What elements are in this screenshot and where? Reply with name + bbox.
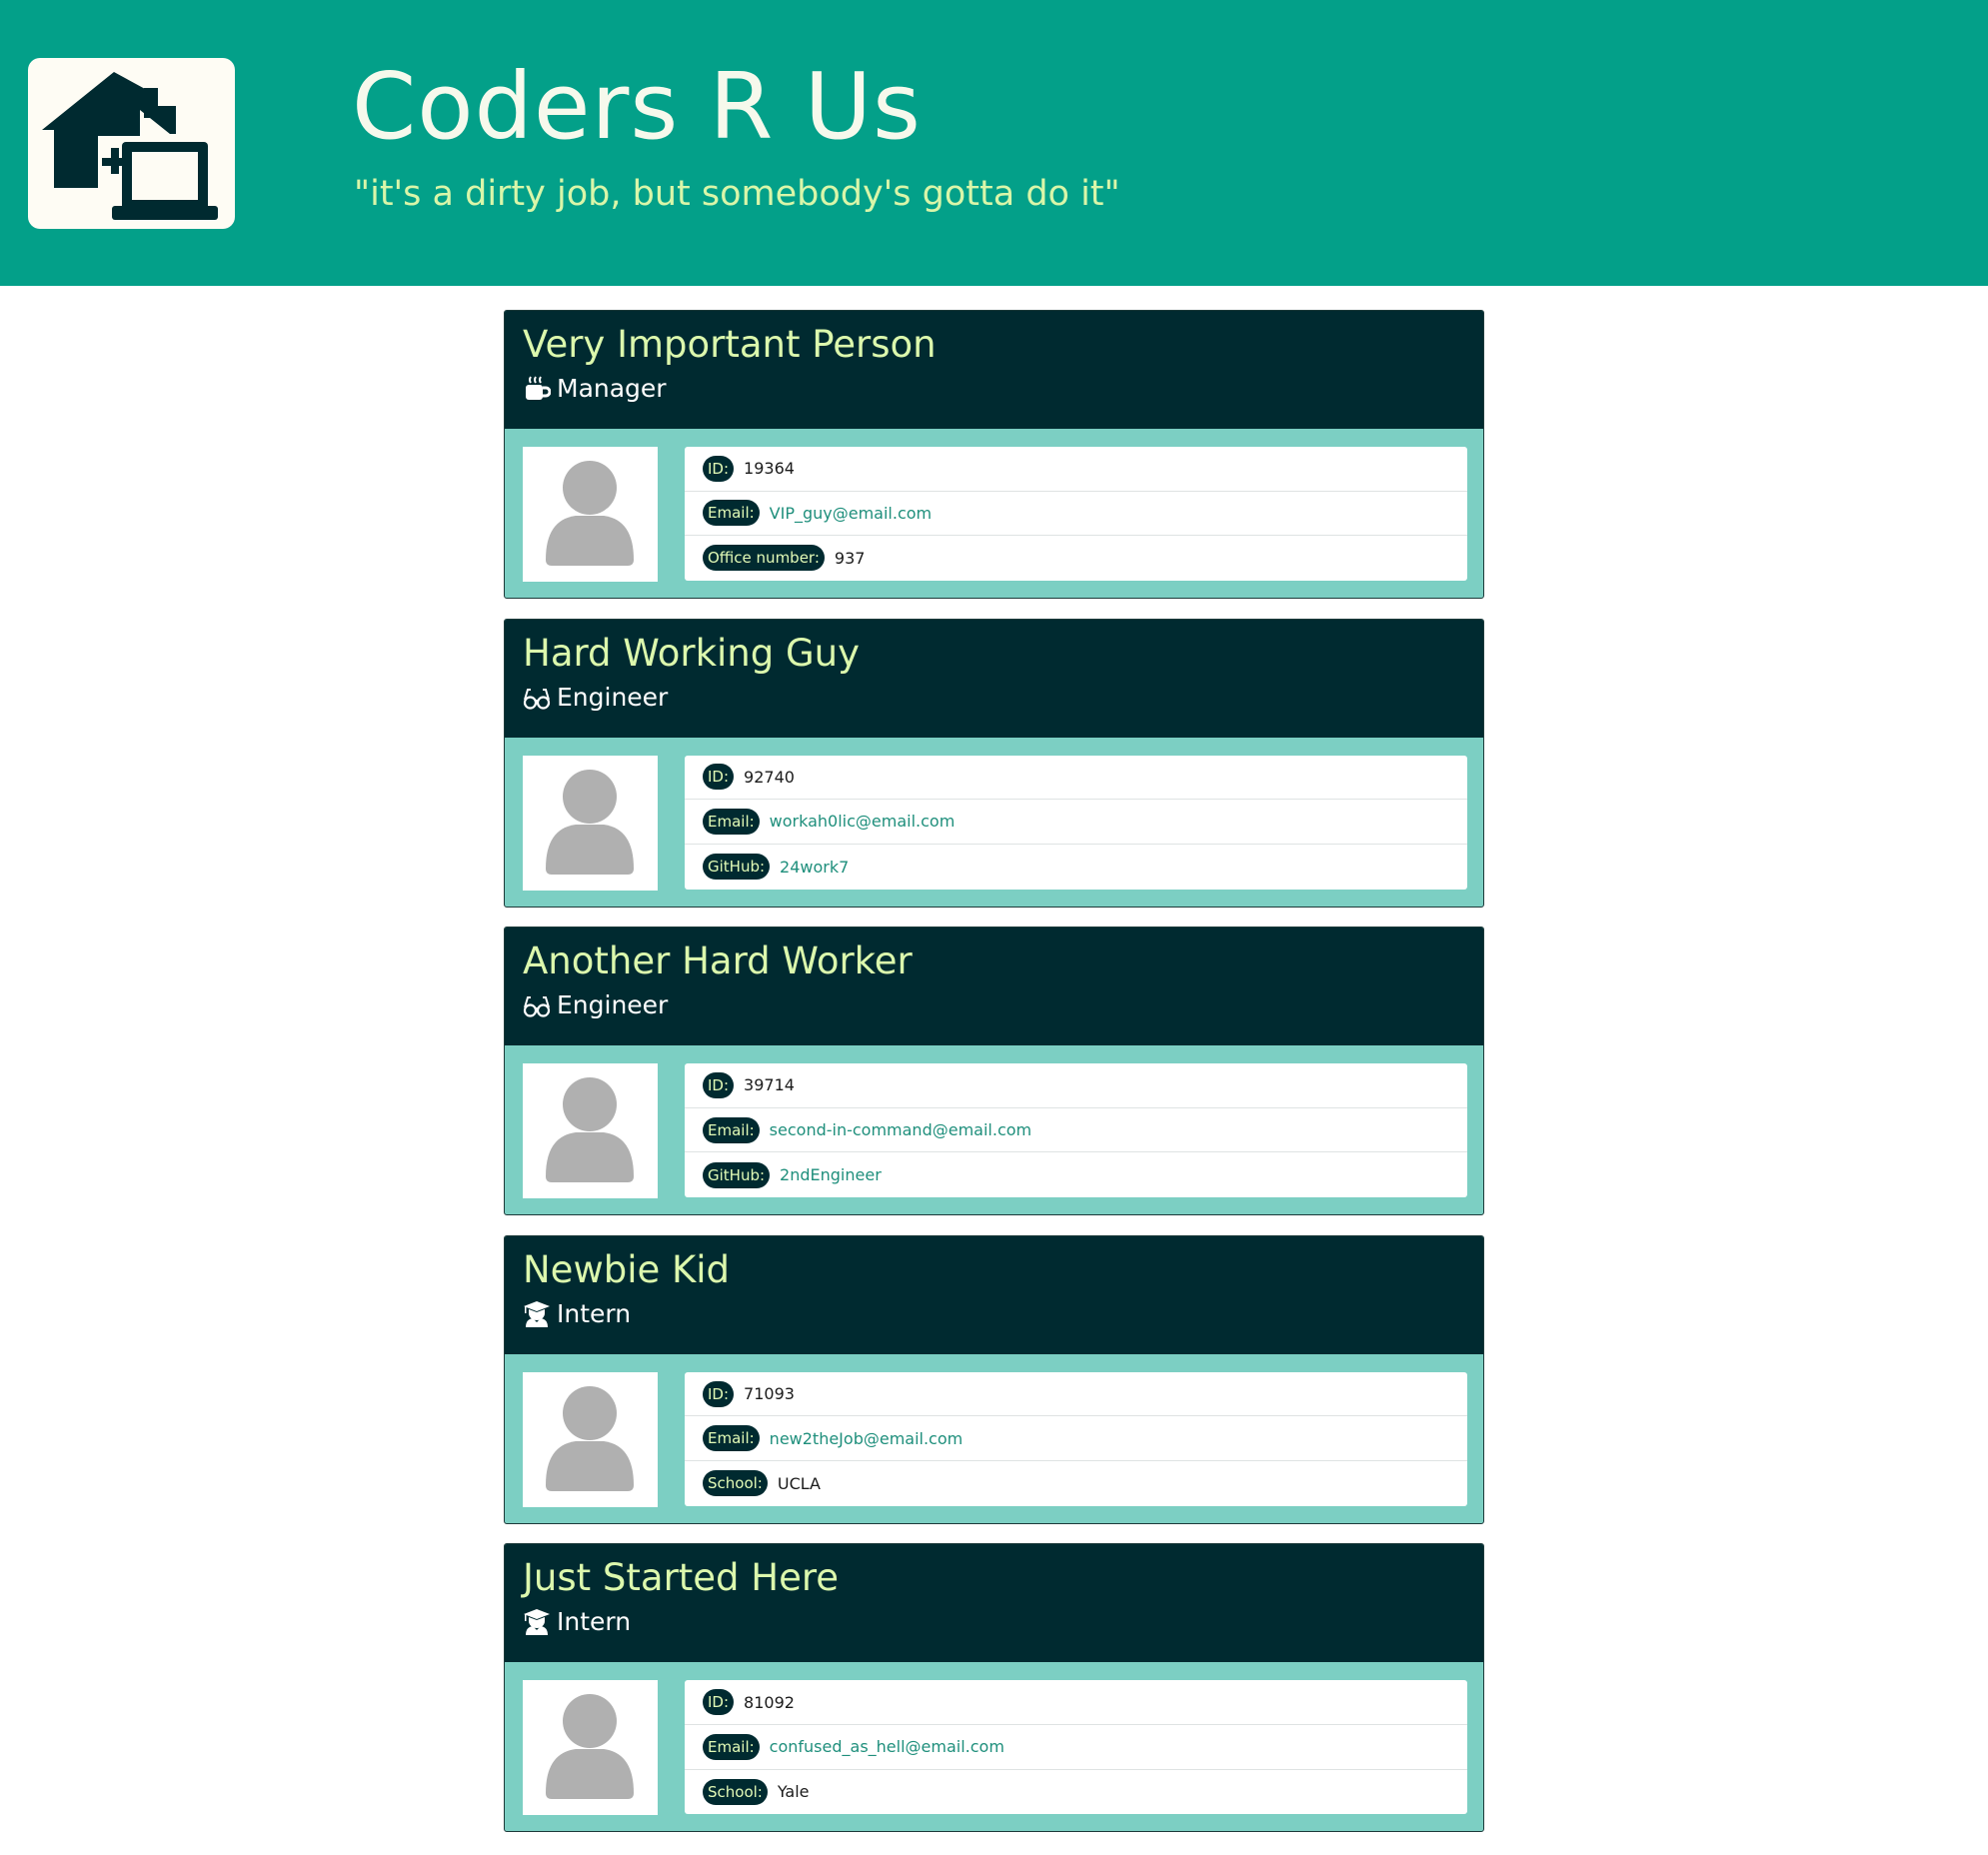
glasses-icon: [523, 688, 551, 710]
id-badge: ID:: [703, 1071, 735, 1098]
info-row-id: ID: 39714: [685, 1063, 1467, 1108]
role-label: Engineer: [557, 682, 669, 712]
info-row-email: Email: second-in-command@email.com: [685, 1108, 1467, 1153]
school-badge: School:: [703, 1470, 768, 1497]
card-header: Hard Working Guy Engineer: [505, 619, 1483, 738]
employee-name: Newbie Kid: [523, 1247, 731, 1291]
card-header: Another Hard Worker Engineer: [505, 928, 1483, 1046]
office-number-badge: Office number:: [703, 545, 825, 572]
info-row-school: School: Yale: [685, 1770, 1467, 1815]
info-row-id: ID: 81092: [685, 1680, 1467, 1725]
id-badge: ID:: [703, 1380, 735, 1407]
employee-card: Very Important Person Manager ID: 19364: [504, 310, 1484, 599]
employee-name: Very Important Person: [523, 323, 937, 366]
graduate-icon: [524, 1300, 550, 1327]
github-badge: GitHub:: [703, 854, 771, 881]
employee-name: Another Hard Worker: [523, 939, 913, 983]
graduate-icon: [524, 1609, 550, 1636]
info-list: ID: 19364 Email: VIP_guy@email.com Offic…: [685, 447, 1467, 581]
avatar: [523, 1371, 658, 1507]
page-header: Coders R Us "it's a dirty job, but someb…: [0, 0, 1988, 286]
employee-card: Hard Working Guy Engineer ID: 92740 Emai…: [504, 618, 1484, 908]
email-badge: Email:: [703, 1425, 760, 1452]
info-list: ID: 39714 Email: second-in-command@email…: [685, 1063, 1467, 1198]
email-badge: Email:: [703, 1116, 760, 1143]
user-placeholder-icon: [546, 1077, 634, 1183]
employee-role: Intern: [523, 1604, 631, 1640]
mug-hot-icon: [526, 376, 551, 400]
employee-card: Just Started Here Intern ID: 81092 Email…: [504, 1543, 1484, 1833]
site-title: Coders R Us: [352, 53, 922, 160]
house-laptop-icon: [42, 72, 218, 220]
info-row-email: Email: new2theJob@email.com: [685, 1416, 1467, 1461]
github-badge: GitHub:: [703, 1161, 771, 1188]
info-row-id: ID: 71093: [685, 1372, 1467, 1417]
id-badge: ID:: [703, 1689, 735, 1716]
info-row-email: Email: confused_as_hell@email.com: [685, 1725, 1467, 1770]
github-link[interactable]: 2ndEngineer: [780, 1165, 882, 1184]
email-badge: Email:: [703, 1733, 760, 1760]
card-header: Just Started Here Intern: [505, 1544, 1483, 1663]
logo: [28, 58, 235, 229]
info-row-id: ID: 92740: [685, 756, 1467, 801]
user-placeholder-icon: [546, 461, 634, 566]
user-placeholder-icon: [546, 1694, 634, 1800]
github-link[interactable]: 24work7: [780, 858, 849, 877]
employee-card: Another Hard Worker Engineer ID: 39714 E…: [504, 927, 1484, 1216]
info-list: ID: 92740 Email: workah0lic@email.com Gi…: [685, 755, 1467, 890]
id-value: 39714: [744, 1075, 795, 1095]
email-badge: Email:: [703, 500, 760, 527]
employee-card: Newbie Kid Intern ID: 71093 Email: new2t…: [504, 1234, 1484, 1524]
email-link[interactable]: workah0lic@email.com: [770, 812, 956, 831]
role-label: Engineer: [557, 990, 669, 1020]
employee-role: Engineer: [523, 680, 668, 716]
id-badge: ID:: [703, 455, 735, 482]
id-value: 92740: [744, 767, 795, 787]
office-number-value: 937: [834, 548, 866, 568]
info-list: ID: 81092 Email: confused_as_hell@email.…: [685, 1680, 1467, 1815]
employee-role: Manager: [523, 371, 667, 407]
email-link[interactable]: second-in-command@email.com: [770, 1120, 1031, 1139]
school-value: UCLA: [777, 1473, 821, 1493]
info-row-email: Email: workah0lic@email.com: [685, 800, 1467, 845]
school-badge: School:: [703, 1778, 768, 1805]
email-link[interactable]: VIP_guy@email.com: [770, 504, 932, 523]
info-row-school: School: UCLA: [685, 1461, 1467, 1506]
employee-role: Engineer: [523, 987, 668, 1023]
info-row-github: GitHub: 2ndEngineer: [685, 1152, 1467, 1197]
email-link[interactable]: new2theJob@email.com: [770, 1429, 964, 1448]
role-label: Manager: [557, 374, 667, 403]
avatar: [523, 1063, 658, 1199]
info-row-email: Email: VIP_guy@email.com: [685, 492, 1467, 537]
avatar: [523, 1680, 658, 1816]
id-value: 81092: [744, 1692, 795, 1712]
site-tagline: "it's a dirty job, but somebody's gotta …: [354, 174, 1120, 214]
info-list: ID: 71093 Email: new2theJob@email.com Sc…: [685, 1371, 1467, 1506]
id-value: 71093: [744, 1384, 795, 1404]
user-placeholder-icon: [546, 1385, 634, 1491]
employee-role: Intern: [523, 1296, 631, 1332]
role-label: Intern: [557, 1607, 632, 1637]
card-header: Newbie Kid Intern: [505, 1235, 1483, 1354]
school-value: Yale: [777, 1782, 810, 1802]
user-placeholder-icon: [546, 769, 634, 875]
info-row-office: Office number: 937: [685, 536, 1467, 581]
email-link[interactable]: confused_as_hell@email.com: [770, 1737, 1004, 1756]
employee-name: Hard Working Guy: [523, 631, 860, 675]
info-row-id: ID: 19364: [685, 447, 1467, 492]
employee-cards: Very Important Person Manager ID: 19364: [504, 310, 1484, 1852]
avatar: [523, 447, 658, 582]
id-badge: ID:: [703, 764, 735, 791]
role-label: Intern: [557, 1298, 632, 1328]
employee-name: Just Started Here: [523, 1556, 840, 1600]
card-header: Very Important Person Manager: [505, 311, 1483, 429]
email-badge: Email:: [703, 808, 760, 835]
glasses-icon: [523, 996, 551, 1017]
id-value: 19364: [744, 459, 795, 479]
avatar: [523, 755, 658, 891]
info-row-github: GitHub: 24work7: [685, 845, 1467, 890]
